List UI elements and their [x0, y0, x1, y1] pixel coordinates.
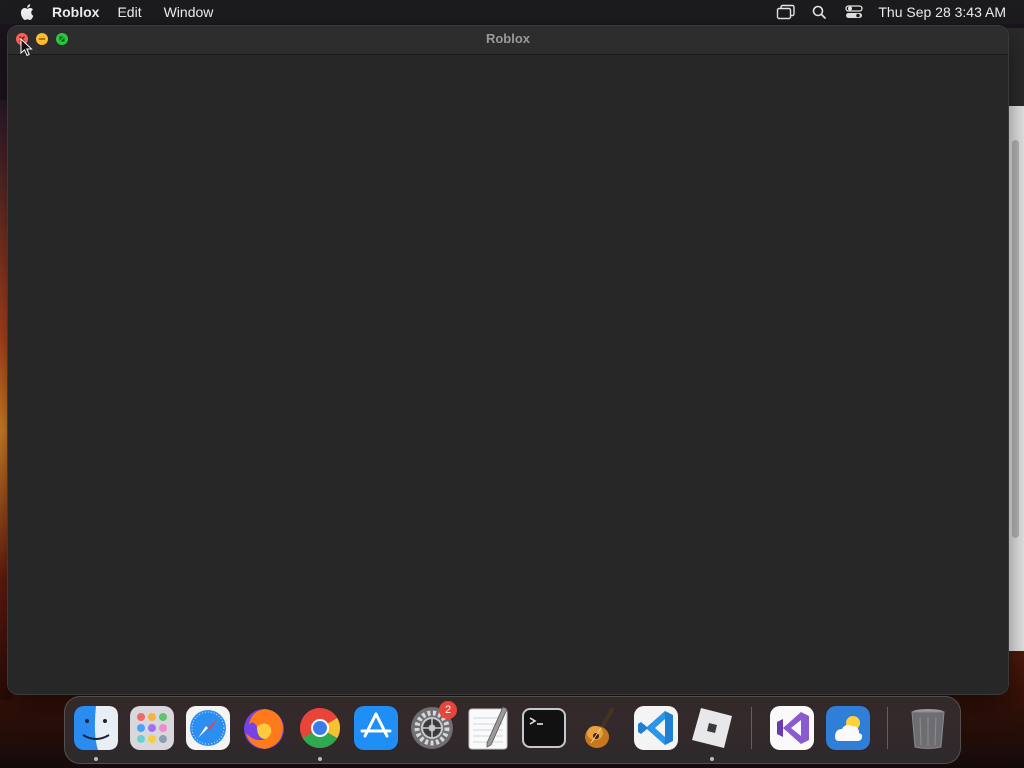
dock-item-weather[interactable]: [825, 705, 871, 751]
terminal-icon: [522, 708, 566, 748]
apple-menu-icon[interactable]: [20, 4, 34, 20]
weather-icon: [826, 706, 870, 750]
dock-separator: [751, 707, 752, 749]
menu-bar-clock[interactable]: Thu Sep 28 3:43 AM: [878, 4, 1006, 20]
dock-item-chrome[interactable]: [297, 705, 343, 751]
menu-bar-status-area: Thu Sep 28 3:43 AM: [776, 4, 1024, 20]
chrome-icon: [300, 708, 340, 748]
dock-item-trash[interactable]: [905, 705, 951, 751]
menu-bar: Roblox Edit Window Thu Sep 28 3:43 AM: [0, 0, 1024, 24]
textedit-icon: [468, 706, 508, 750]
mouse-cursor-icon: [20, 38, 33, 57]
roblox-window: Roblox: [8, 26, 1008, 694]
dock-item-terminal[interactable]: [521, 705, 567, 751]
running-indicator: [710, 757, 714, 761]
launchpad-icon: [130, 706, 174, 750]
dock-item-roblox[interactable]: [689, 705, 735, 751]
firefox-icon: [244, 709, 284, 749]
menu-window[interactable]: Window: [164, 0, 214, 24]
dock-item-finder[interactable]: [73, 705, 119, 751]
dock-item-safari[interactable]: [185, 705, 231, 751]
screen-mirroring-icon[interactable]: [776, 4, 796, 20]
background-window-scrollbar[interactable]: [1012, 140, 1019, 538]
dock-item-textedit[interactable]: [465, 705, 511, 751]
dock-item-garageband[interactable]: [577, 705, 623, 751]
dock-item-vscode[interactable]: [633, 705, 679, 751]
dock-item-visual-studio[interactable]: [769, 705, 815, 751]
window-title: Roblox: [485, 31, 531, 46]
menu-edit[interactable]: Edit: [117, 0, 141, 24]
safari-icon: [186, 706, 230, 750]
app-store-icon: [354, 706, 398, 750]
dock: 2: [64, 696, 961, 764]
garageband-icon: [585, 707, 615, 748]
finder-icon: [74, 706, 118, 750]
window-titlebar[interactable]: Roblox: [8, 26, 1008, 55]
dock-item-firefox[interactable]: [241, 705, 287, 751]
dock-item-app-store[interactable]: [353, 705, 399, 751]
control-center-icon[interactable]: [844, 4, 864, 20]
running-indicator: [318, 757, 322, 761]
visual-studio-icon: [770, 706, 814, 750]
dock-separator: [887, 707, 888, 749]
notification-badge: 2: [439, 701, 457, 719]
dock-item-launchpad[interactable]: [129, 705, 175, 751]
roblox-icon: [692, 708, 732, 748]
vscode-icon: [634, 706, 678, 750]
trash-icon: [911, 709, 945, 749]
menu-app-name[interactable]: Roblox: [52, 0, 99, 24]
dock-item-system-settings[interactable]: 2: [409, 701, 457, 751]
spotlight-search-icon[interactable]: [810, 4, 830, 20]
running-indicator: [94, 757, 98, 761]
roblox-content-area[interactable]: [8, 55, 1008, 694]
